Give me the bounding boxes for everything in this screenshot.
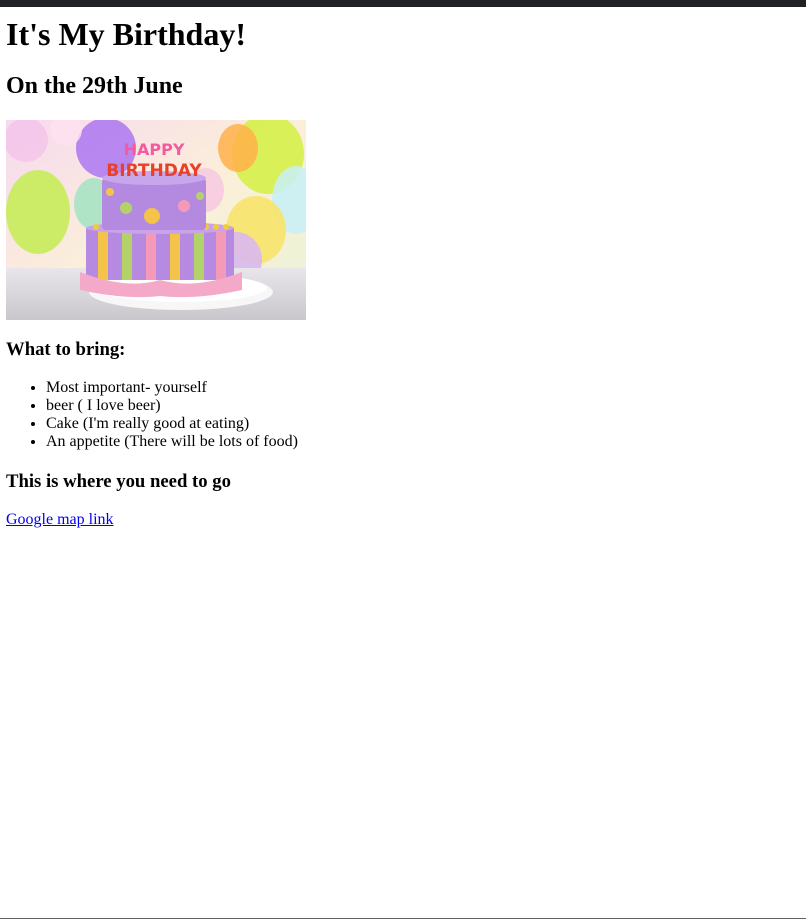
bring-heading: What to bring: xyxy=(6,339,126,360)
browser-frame-top-bar xyxy=(0,0,806,7)
cake-topper-birthday: BIRTHDAY xyxy=(106,161,202,181)
location-heading: This is where you need to go xyxy=(6,471,231,492)
google-map-link[interactable]: Google map link xyxy=(6,511,114,529)
date-heading: On the 29th June xyxy=(6,73,183,99)
bring-item: beer ( I love beer) xyxy=(46,397,298,415)
cake-topper-happy: HAPPY xyxy=(124,140,185,159)
bring-item: Cake (I'm really good at eating) xyxy=(46,415,298,433)
bring-item: An appetite (There will be lots of food) xyxy=(46,433,298,451)
page-title: It's My Birthday! xyxy=(6,16,246,52)
birthday-cake-image: HAPPY BIRTHDAY xyxy=(6,120,306,320)
bring-item: Most important- yourself xyxy=(46,379,298,397)
bring-list: Most important- yourself beer ( I love b… xyxy=(6,379,298,451)
